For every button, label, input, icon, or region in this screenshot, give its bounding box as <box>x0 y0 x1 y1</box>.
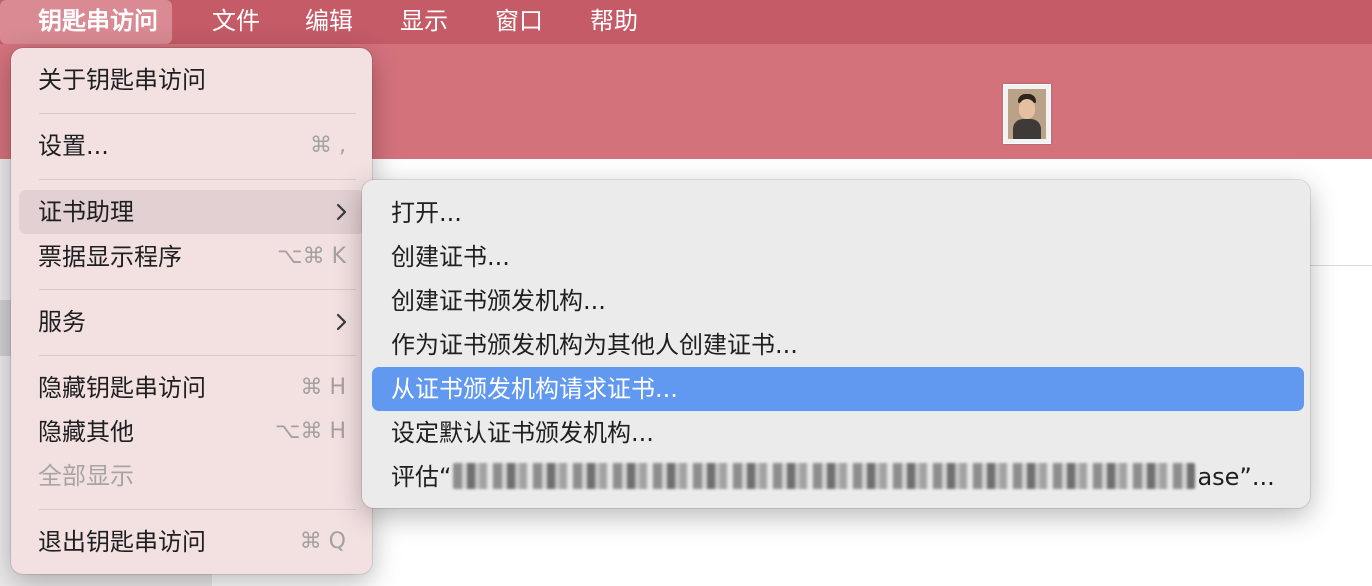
menu-item-label: 服务 <box>38 308 86 336</box>
menu-item-label: 隐藏钥匙串访问 <box>38 374 206 402</box>
menu-item-label: 创建证书... <box>391 243 510 271</box>
menu-separator <box>39 355 356 356</box>
menu-item-label: 隐藏其他 <box>38 418 134 446</box>
menu-item-hide-others[interactable]: 隐藏其他 ⌥⌘ H <box>19 410 364 454</box>
avatar-body <box>1013 119 1041 139</box>
submenu-item-evaluate[interactable]: 评估“ ase”... <box>372 455 1304 499</box>
menu-item-about[interactable]: 关于钥匙串访问 <box>19 58 364 102</box>
chevron-right-icon <box>336 203 347 221</box>
menu-item-label: 关于钥匙串访问 <box>38 66 206 94</box>
menu-shortcut: ⌘ Q <box>299 529 346 554</box>
menu-shortcut: ⌥⌘ H <box>275 419 346 444</box>
menu-separator <box>39 179 356 180</box>
evaluate-prefix: 评估“ <box>391 463 452 491</box>
submenu-item-open[interactable]: 打开... <box>372 191 1304 235</box>
user-avatar[interactable] <box>1003 84 1051 144</box>
menu-item-label: 证书助理 <box>38 198 134 226</box>
menu-shortcut: ⌘ , <box>310 133 346 158</box>
menu-separator <box>39 113 356 114</box>
certificate-assistant-submenu: 打开... 创建证书... 创建证书颁发机构... 作为证书颁发机构为其他人创建… <box>362 180 1310 508</box>
menu-shortcut: ⌘ H <box>300 375 346 400</box>
menu-shortcut: ⌥⌘ K <box>277 244 346 269</box>
evaluate-suffix: ase”... <box>1197 463 1275 491</box>
menu-item-ticket-viewer[interactable]: 票据显示程序 ⌥⌘ K <box>19 235 364 279</box>
menu-item-label: 全部显示 <box>38 462 134 490</box>
menu-item-quit[interactable]: 退出钥匙串访问 ⌘ Q <box>19 520 364 564</box>
menubar-view[interactable]: 显示 <box>400 0 448 44</box>
chevron-right-icon <box>336 313 347 331</box>
menu-item-label: 评估“ ase”... <box>391 455 1275 499</box>
submenu-item-create-certificate[interactable]: 创建证书... <box>372 235 1304 279</box>
menu-item-settings[interactable]: 设置... ⌘ , <box>19 124 364 168</box>
submenu-item-create-ca[interactable]: 创建证书颁发机构... <box>372 279 1304 323</box>
menu-item-show-all: 全部显示 <box>19 454 364 498</box>
menu-item-certificate-assistant[interactable]: 证书助理 <box>19 190 364 234</box>
menu-item-services[interactable]: 服务 <box>19 300 364 344</box>
menubar-window[interactable]: 窗口 <box>495 0 543 44</box>
menubar-app-menu[interactable]: 钥匙串访问 <box>0 0 172 44</box>
menu-item-label: 作为证书颁发机构为其他人创建证书... <box>391 331 798 359</box>
menu-item-label: 票据显示程序 <box>38 243 182 271</box>
app-menu: 关于钥匙串访问 设置... ⌘ , 证书助理 票据显示程序 ⌥⌘ K 服务 隐藏… <box>11 48 372 574</box>
menu-item-label: 设置... <box>38 132 109 160</box>
submenu-item-create-for-others[interactable]: 作为证书颁发机构为其他人创建证书... <box>372 323 1304 367</box>
menubar-help[interactable]: 帮助 <box>590 0 638 44</box>
menu-item-label: 打开... <box>391 199 462 227</box>
menu-item-hide[interactable]: 隐藏钥匙串访问 ⌘ H <box>19 366 364 410</box>
redacted-certificate-name <box>453 463 1196 489</box>
menu-item-label: 创建证书颁发机构... <box>391 287 606 315</box>
menubar-file[interactable]: 文件 <box>212 0 260 44</box>
avatar-face <box>1019 99 1035 119</box>
menu-item-label: 从证书颁发机构请求证书... <box>391 375 678 403</box>
menu-bar: 钥匙串访问 文件 编辑 显示 窗口 帮助 <box>0 0 1372 44</box>
submenu-item-request-from-ca[interactable]: 从证书颁发机构请求证书... <box>372 367 1304 411</box>
menu-item-label: 退出钥匙串访问 <box>38 528 206 556</box>
menu-item-label: 设定默认证书颁发机构... <box>391 419 654 447</box>
menu-separator <box>39 289 356 290</box>
submenu-item-set-default-ca[interactable]: 设定默认证书颁发机构... <box>372 411 1304 455</box>
menu-separator <box>39 509 356 510</box>
menubar-edit[interactable]: 编辑 <box>305 0 353 44</box>
